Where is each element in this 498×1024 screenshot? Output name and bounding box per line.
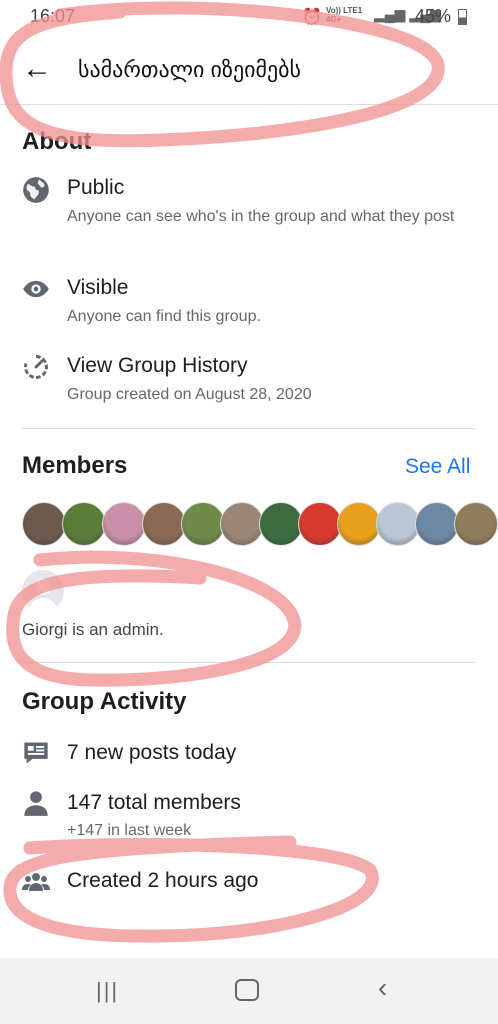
group-activity-heading: Group Activity (22, 688, 187, 715)
member-avatar[interactable] (102, 502, 146, 546)
activity-created-row: Created 2 hours ago (22, 866, 482, 900)
eye-icon (23, 280, 49, 298)
view-group-history-row[interactable]: View Group History Group created on Augu… (22, 350, 482, 410)
member-avatar[interactable] (62, 502, 106, 546)
person-icon (24, 791, 48, 816)
public-title: Public (67, 176, 125, 199)
alarm-icon: ⏰ (302, 9, 322, 26)
system-nav-bar: ||| ‹ (0, 958, 498, 1024)
top-bar: ← სამართალი იზეიმებს (0, 40, 498, 105)
activity-members-row: 147 total members +147 in last week (22, 788, 482, 844)
about-heading: About (22, 128, 92, 155)
members-heading: Members (22, 452, 128, 479)
group-icon (22, 873, 50, 891)
member-avatars (22, 502, 498, 546)
about-public-row: Public Anyone can see who's in the group… (22, 172, 482, 252)
member-avatar[interactable] (142, 502, 186, 546)
created-text: Created 2 hours ago (67, 869, 259, 892)
status-bar: 16:07 ⏰ Vo)) LTE1 4G+ ▂▄▆ ▂▄▆ 45% (0, 0, 498, 34)
admin-avatar[interactable] (22, 570, 64, 612)
globe-icon (23, 177, 49, 203)
admin-text: Giorgi is an admin. (22, 620, 164, 639)
visible-title: Visible (67, 276, 129, 299)
history-icon (24, 355, 48, 379)
divider (22, 428, 476, 429)
posts-icon (24, 742, 48, 764)
divider (22, 662, 476, 663)
back-nav-icon[interactable]: ‹ (378, 972, 387, 1004)
back-arrow-icon[interactable]: ← (22, 54, 52, 84)
recent-apps-icon[interactable]: ||| (96, 978, 119, 1004)
member-avatar[interactable] (181, 502, 225, 546)
member-avatar[interactable] (454, 502, 498, 546)
default-profile-icon (28, 579, 58, 612)
public-subtitle: Anyone can see who's in the group and wh… (67, 208, 455, 225)
view-history-title: View Group History (67, 354, 248, 377)
member-avatar[interactable] (337, 502, 381, 546)
member-avatar[interactable] (259, 502, 303, 546)
history-subtitle: Group created on August 28, 2020 (67, 386, 312, 403)
group-title: სამართალი იზეიმებს (78, 57, 302, 82)
battery-icon (458, 9, 467, 25)
activity-posts-row: 7 new posts today (22, 738, 482, 772)
see-all-link[interactable]: See All (405, 455, 470, 479)
member-avatar[interactable] (376, 502, 420, 546)
status-time: 16:07 (30, 6, 76, 26)
visible-subtitle: Anyone can find this group. (67, 308, 261, 325)
battery-percent: 45% (415, 6, 452, 26)
member-avatar[interactable] (298, 502, 342, 546)
total-members-text: 147 total members (67, 791, 241, 814)
member-avatar[interactable] (220, 502, 264, 546)
network-indicator: Vo)) LTE1 4G+ (326, 6, 363, 24)
members-last-week-text: +147 in last week (67, 822, 192, 839)
new-posts-text: 7 new posts today (67, 741, 237, 764)
member-avatar[interactable] (415, 502, 459, 546)
member-avatar[interactable] (22, 502, 66, 546)
about-visible-row: Visible Anyone can find this group. (22, 272, 482, 332)
home-button-icon[interactable] (235, 979, 259, 1001)
